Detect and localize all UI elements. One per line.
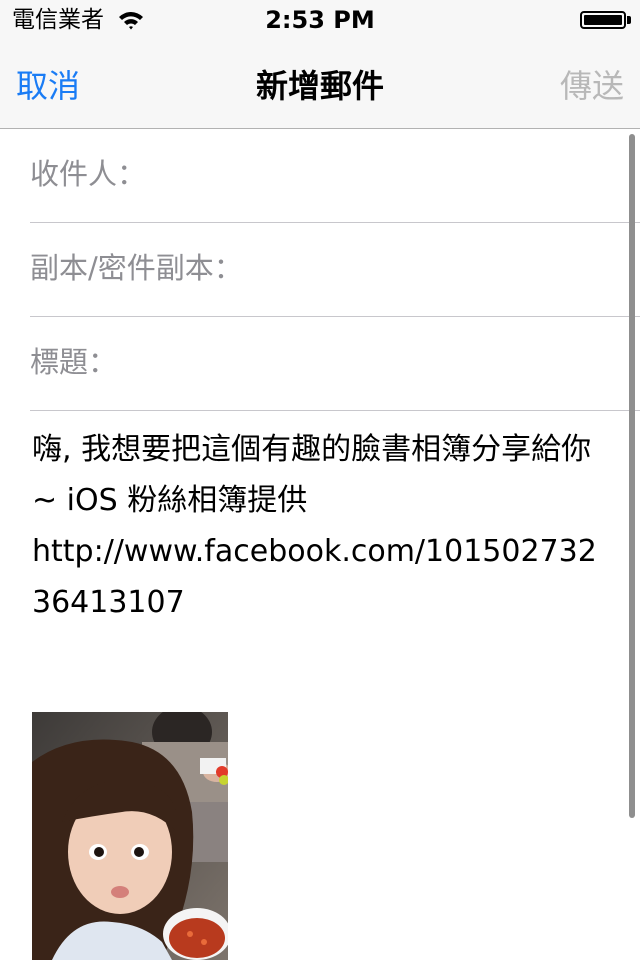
subject-field[interactable]: 標題：	[30, 317, 640, 411]
to-field[interactable]: 收件人：	[30, 129, 640, 223]
cancel-button[interactable]: 取消	[16, 66, 80, 106]
battery-icon	[580, 11, 626, 29]
photo-illustration	[32, 712, 228, 960]
scroll-indicator[interactable]	[629, 134, 635, 818]
to-label: 收件人：	[30, 157, 147, 191]
status-bar: 電信業者 2:53 PM	[0, 0, 640, 40]
battery-tip	[627, 16, 631, 24]
cc-bcc-label: 副本/密件副本：	[30, 251, 243, 285]
clock: 2:53 PM	[265, 6, 375, 34]
page-title: 新增郵件	[255, 67, 384, 105]
navigation-bar: 取消 新增郵件 傳送	[0, 40, 640, 129]
cc-bcc-field[interactable]: 副本/密件副本：	[30, 223, 640, 317]
message-body[interactable]: 嗨, 我想要把這個有趣的臉書相簿分享給你 ~ iOS 粉絲相簿提供 http:/…	[32, 424, 607, 628]
send-button[interactable]: 傳送	[560, 66, 624, 106]
attached-photo[interactable]	[32, 712, 228, 960]
subject-label: 標題：	[30, 345, 118, 379]
